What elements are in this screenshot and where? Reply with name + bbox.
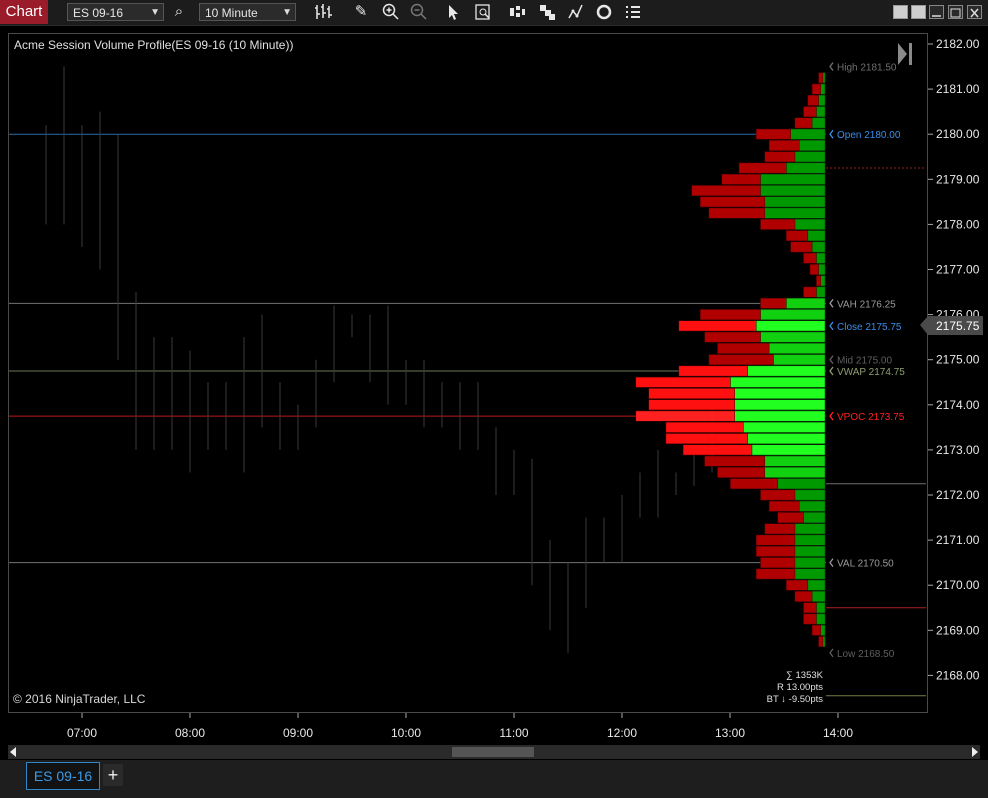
y-tick-label: 2168.00	[936, 668, 980, 682]
y-tick-label: 2182.00	[936, 37, 980, 51]
x-tick-label: 07:00	[67, 726, 97, 740]
instrument-tab-bar	[0, 760, 988, 798]
x-tick-label: 13:00	[715, 726, 745, 740]
y-tick-label: 2169.00	[936, 623, 980, 637]
y-tick-label: 2181.00	[936, 82, 980, 96]
scroll-right-icon[interactable]	[972, 747, 978, 757]
y-tick-label: 2170.00	[936, 578, 980, 592]
current-price-marker: 2175.75	[920, 316, 983, 335]
y-tick-label: 2177.00	[936, 263, 980, 277]
y-tick-label: 2180.00	[936, 127, 980, 141]
x-tick-label: 09:00	[283, 726, 313, 740]
x-tick-label: 14:00	[823, 726, 853, 740]
x-tick-label: 08:00	[175, 726, 205, 740]
plot-area	[8, 33, 928, 713]
x-tick-label: 11:00	[499, 726, 528, 740]
x-tick-label: 12:00	[607, 726, 637, 740]
y-tick-label: 2178.00	[936, 217, 980, 231]
y-tick-label: 2171.00	[936, 533, 980, 547]
tab-es-09-16[interactable]: ES 09-16	[26, 762, 100, 790]
scroll-thumb[interactable]	[452, 747, 534, 757]
add-tab-button[interactable]: +	[103, 764, 123, 786]
y-tick-label: 2175.00	[936, 353, 980, 367]
y-tick-label: 2174.00	[936, 398, 980, 412]
y-tick-label: 2179.00	[936, 172, 980, 186]
x-tick-label: 10:00	[391, 726, 421, 740]
horizontal-scrollbar[interactable]	[8, 745, 980, 759]
current-price-label: 2175.75	[936, 319, 980, 333]
scroll-left-icon[interactable]	[10, 747, 16, 757]
y-tick-label: 2172.00	[936, 488, 980, 502]
y-tick-label: 2173.00	[936, 443, 980, 457]
